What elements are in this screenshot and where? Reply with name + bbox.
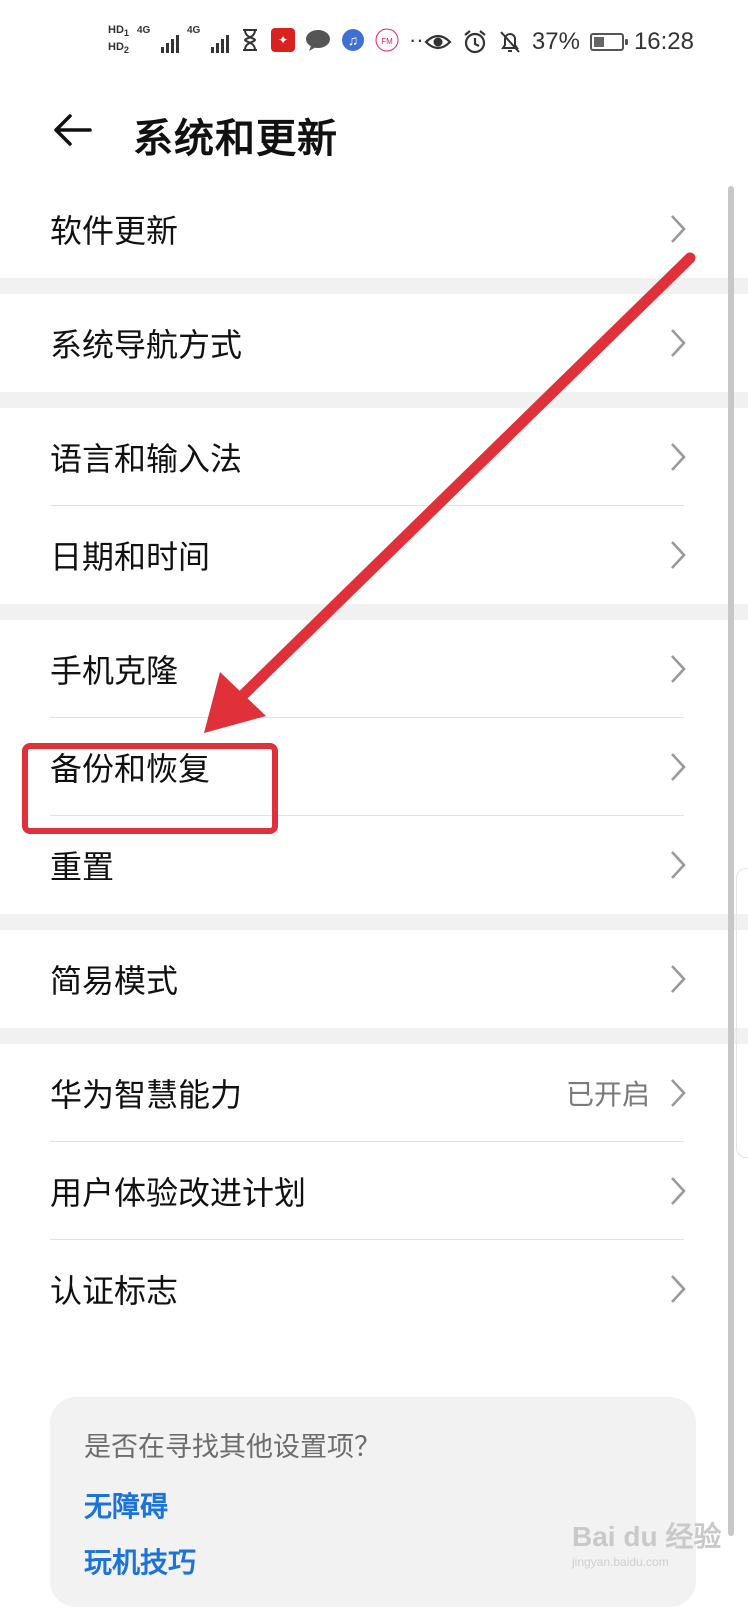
watermark-sub: jingyan.baidu.com [572,1555,669,1569]
watermark: Bai du 经验 jingyan.baidu.com [572,1515,722,1585]
annotation-highlight-box [22,743,278,834]
watermark-brand: Bai du 经验 [572,1521,722,1552]
